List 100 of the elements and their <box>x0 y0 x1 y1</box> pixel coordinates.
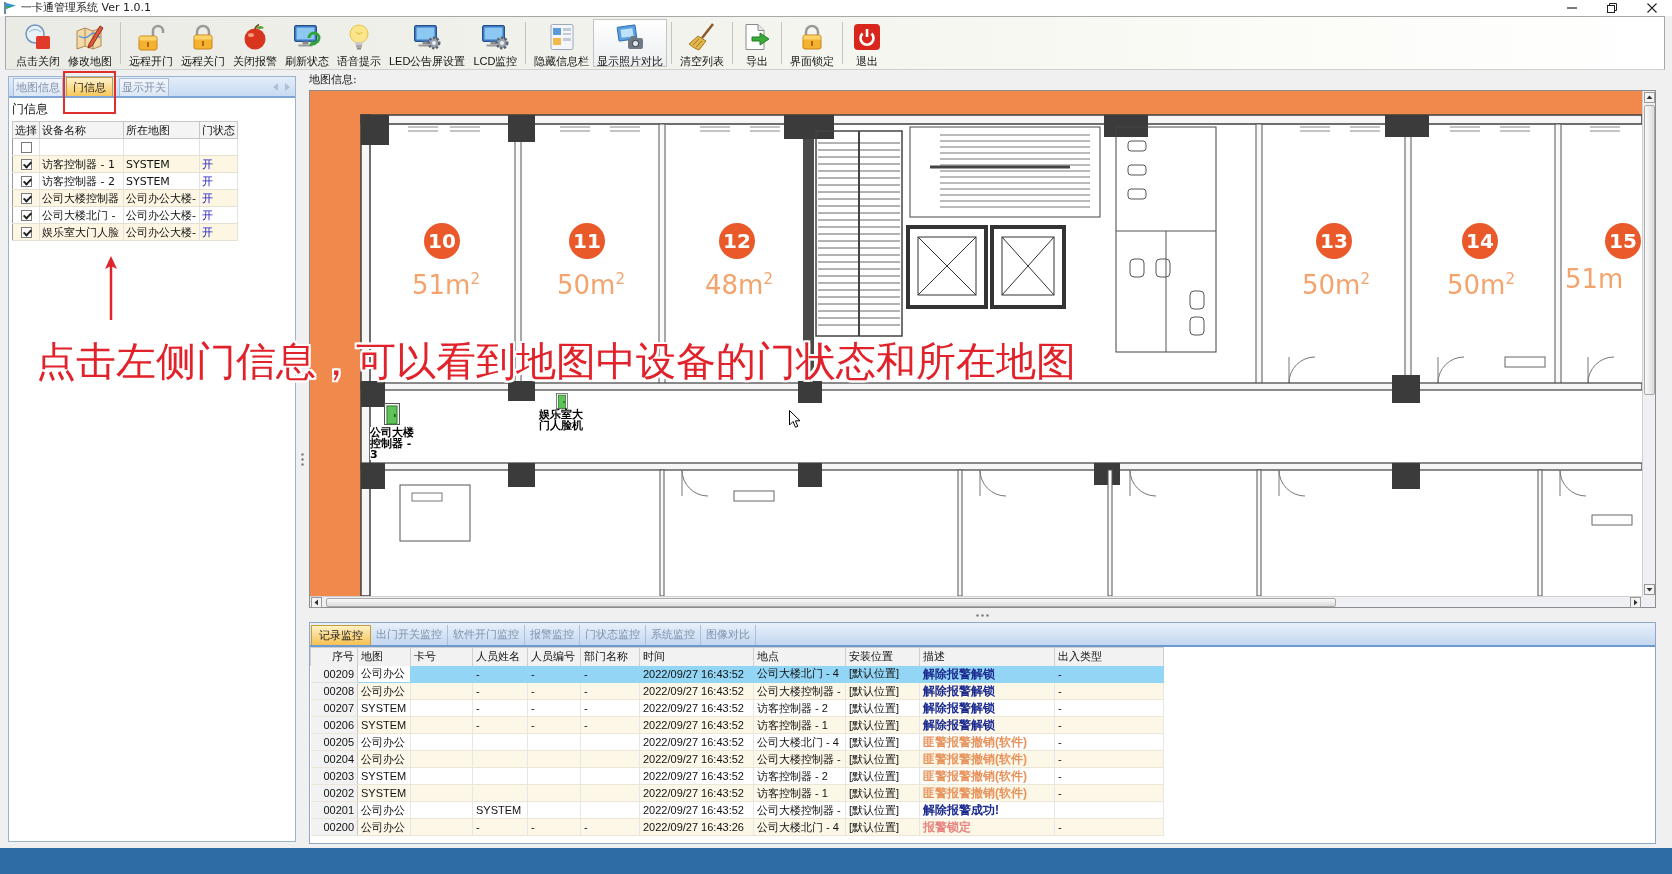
table-cell: 公司大楼控制器 - <box>753 801 846 819</box>
toolbar-button[interactable]: 退出 <box>847 19 888 67</box>
table-cell: - <box>527 682 581 700</box>
door-swing <box>1437 356 1465 384</box>
table-cell: [默认位置] <box>845 733 920 751</box>
table-cell: - <box>1054 784 1164 802</box>
power-icon <box>853 23 882 51</box>
scroll-thumb[interactable] <box>1643 105 1655 395</box>
monitor-gear-icon <box>413 23 442 51</box>
checkbox[interactable] <box>20 227 32 238</box>
table-cell: - <box>1054 716 1164 734</box>
table-cell: SYSTEM <box>357 767 411 785</box>
table-cell: - <box>580 682 640 700</box>
table-row[interactable]: 00203 SYSTEM 2022/09/27 16:43:52 访客控制器 - 2 [默认位置] 匪警报警撤销(软件) - <box>310 767 1164 785</box>
toolbar-button[interactable]: 界面锁定 <box>786 19 839 67</box>
toolbar-button[interactable]: 远程关门 <box>177 19 229 67</box>
flag-icon <box>4 2 16 14</box>
checkbox[interactable] <box>20 210 32 221</box>
toolbar-button[interactable]: 远程开门 <box>125 19 177 67</box>
table-cell: [默认位置] <box>845 801 920 819</box>
column-header: 描述 <box>919 647 1055 666</box>
table-row[interactable]: 00201 公司办公 SYSTEM 2022/09/27 16:43:52 公司大楼控制器 - [默认位置] 解除报警成功! <box>310 801 1164 819</box>
scroll-right-icon[interactable] <box>1630 596 1641 608</box>
scroll-up-icon[interactable] <box>1643 92 1655 103</box>
window <box>749 126 781 132</box>
table-cell: [默认位置] <box>845 750 920 768</box>
table-cell: 公司办公 <box>357 682 411 700</box>
cursor-icon <box>789 410 801 428</box>
grid-row[interactable]: 访客控制器 - 2 SYSTEM 开 <box>12 172 238 190</box>
table-cell: 2022/09/27 16:43:52 <box>639 699 754 717</box>
toolbar-button[interactable]: 隐藏信息栏 <box>530 19 594 67</box>
scroll-thumb[interactable] <box>326 597 1336 607</box>
table-cell: - <box>472 818 528 836</box>
table-cell: 公司办公 <box>357 733 411 751</box>
pillar <box>508 381 535 401</box>
table-row[interactable]: 00207 SYSTEM - - - 2022/09/27 16:43:52 访客控制器 - 2 [默认位置] 解除报警解锁 - <box>310 699 1164 717</box>
splitter-grip-icon[interactable] <box>976 613 989 617</box>
pointer-arrow <box>104 256 118 320</box>
column-header: 卡号 <box>410 647 473 666</box>
table-cell: 公司大楼控制器 - <box>753 682 846 700</box>
window <box>1499 126 1531 132</box>
table-cell: 2022/09/27 16:43:52 <box>639 784 754 802</box>
door-swing <box>1278 469 1306 497</box>
door-icon[interactable] <box>556 393 568 409</box>
grid-row[interactable]: 公司大楼北门 - 公司办公大楼- 开 <box>12 206 238 224</box>
table-cell: - <box>580 699 640 717</box>
table-cell: SYSTEM <box>357 699 411 717</box>
window <box>449 126 481 132</box>
scroll-left-icon[interactable] <box>311 596 322 608</box>
table-cell: 2022/09/27 16:43:26 <box>639 818 754 836</box>
toolbar-button[interactable]: LCD监控 <box>469 19 522 67</box>
window <box>559 126 591 132</box>
splitter-grip-icon[interactable] <box>301 452 304 466</box>
toolbar-button[interactable]: 修改地图 <box>64 19 116 67</box>
table-cell: - <box>527 818 581 836</box>
column-header: 部门名称 <box>580 647 640 666</box>
toolbar-button[interactable]: 语音提示 <box>333 19 385 67</box>
table-cell: 公司办公 <box>357 801 411 819</box>
toolbar-button[interactable]: LED公告屏设置 <box>385 19 470 67</box>
counter <box>733 490 775 502</box>
table-cell: 公司大楼北门 - 4 <box>753 733 846 751</box>
checkbox[interactable] <box>20 193 32 204</box>
pillar <box>1392 463 1420 489</box>
scroll-down-icon[interactable] <box>1643 584 1655 595</box>
room-area: 48m$^{2}$ <box>705 263 773 301</box>
tab[interactable]: 记录监控 <box>311 625 371 645</box>
window-title: 一卡通管理系统 Ver 1.0.1 <box>21 1 151 15</box>
window <box>1299 126 1331 132</box>
table-row[interactable]: 00205 公司办公 2022/09/27 16:43:52 公司大楼北门 - 4 [默认位置] 匪警报警撤销(软件) - <box>310 733 1164 751</box>
table-cell: 公司大楼控制器 <box>39 189 124 207</box>
table-cell: [默认位置] <box>845 682 920 700</box>
toolbar-button[interactable]: 关闭报警 <box>229 19 281 67</box>
column-header: 安装位置 <box>845 647 920 666</box>
event-description: 解除报警解锁 <box>923 685 995 698</box>
toolbar-button[interactable]: 显示照片对比 <box>593 19 668 67</box>
checkbox[interactable] <box>20 159 32 170</box>
table-cell: 公司办公大楼- <box>123 206 200 224</box>
event-description: 匪警报警撤销(软件) <box>923 787 1027 800</box>
counter <box>1591 514 1633 526</box>
pillar <box>1104 115 1148 137</box>
table-cell: 2022/09/27 16:43:52 <box>639 716 754 734</box>
table-cell: 公司大楼控制器 - <box>753 750 846 768</box>
table-cell: 开 <box>199 155 238 173</box>
broom-icon <box>688 23 717 51</box>
checkbox[interactable] <box>20 142 32 153</box>
room-area: 51m$^{2}$ <box>412 263 480 301</box>
vertical-scrollbar[interactable] <box>1642 91 1655 596</box>
toolbar-button[interactable]: 点击关闭 <box>12 19 64 67</box>
restore-icon <box>1607 3 1617 13</box>
toolbar-button[interactable]: 清空列表 <box>676 19 729 67</box>
door-icon[interactable] <box>384 403 400 425</box>
tab[interactable]: 门信息 <box>66 77 113 96</box>
toolbar-button[interactable]: 导出 <box>737 19 778 67</box>
column-header: 序号 <box>310 647 358 666</box>
toolbar-button[interactable]: 刷新状态 <box>281 19 333 67</box>
table-cell: - <box>580 818 640 836</box>
column-header: 选择 <box>12 121 40 139</box>
horizontal-scrollbar[interactable] <box>310 596 1642 607</box>
checkbox[interactable] <box>20 176 32 187</box>
column-header: 出入类型 <box>1054 647 1164 666</box>
